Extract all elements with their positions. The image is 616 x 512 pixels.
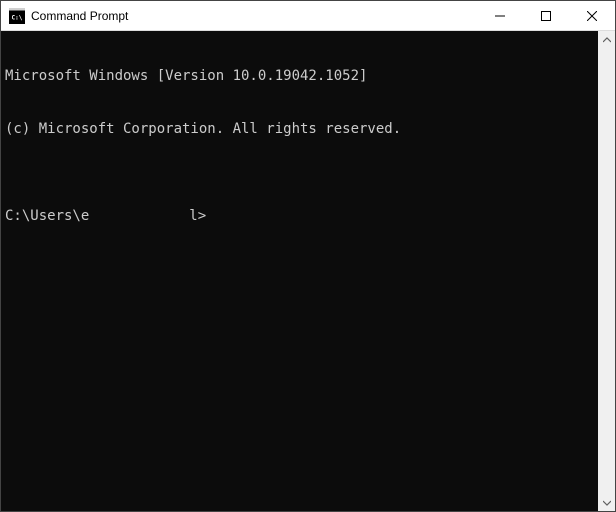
app-icon: C:\ <box>9 8 25 24</box>
prompt-line: C:\Users\e l> <box>5 208 594 226</box>
prompt-suffix: l> <box>189 208 206 224</box>
vertical-scrollbar[interactable] <box>598 31 615 511</box>
close-button[interactable] <box>569 1 615 30</box>
chevron-up-icon <box>603 36 611 44</box>
content-area: Microsoft Windows [Version 10.0.19042.10… <box>1 31 615 511</box>
maximize-icon <box>541 11 551 21</box>
window-controls <box>477 1 615 30</box>
scroll-track[interactable] <box>598 48 615 494</box>
titlebar[interactable]: C:\ Command Prompt <box>1 1 615 31</box>
svg-text:C:\: C:\ <box>12 14 23 21</box>
minimize-icon <box>495 11 505 21</box>
window-title: Command Prompt <box>31 9 477 23</box>
prompt-prefix: C:\Users\e <box>5 208 89 224</box>
maximize-button[interactable] <box>523 1 569 30</box>
minimize-button[interactable] <box>477 1 523 30</box>
redacted-username <box>89 208 189 226</box>
terminal-output[interactable]: Microsoft Windows [Version 10.0.19042.10… <box>1 31 598 511</box>
scroll-up-button[interactable] <box>598 31 615 48</box>
scroll-down-button[interactable] <box>598 494 615 511</box>
terminal-line: (c) Microsoft Corporation. All rights re… <box>5 121 594 139</box>
command-prompt-window: C:\ Command Prompt <box>0 0 616 512</box>
chevron-down-icon <box>603 499 611 507</box>
close-icon <box>587 11 597 21</box>
terminal-line: Microsoft Windows [Version 10.0.19042.10… <box>5 68 594 86</box>
